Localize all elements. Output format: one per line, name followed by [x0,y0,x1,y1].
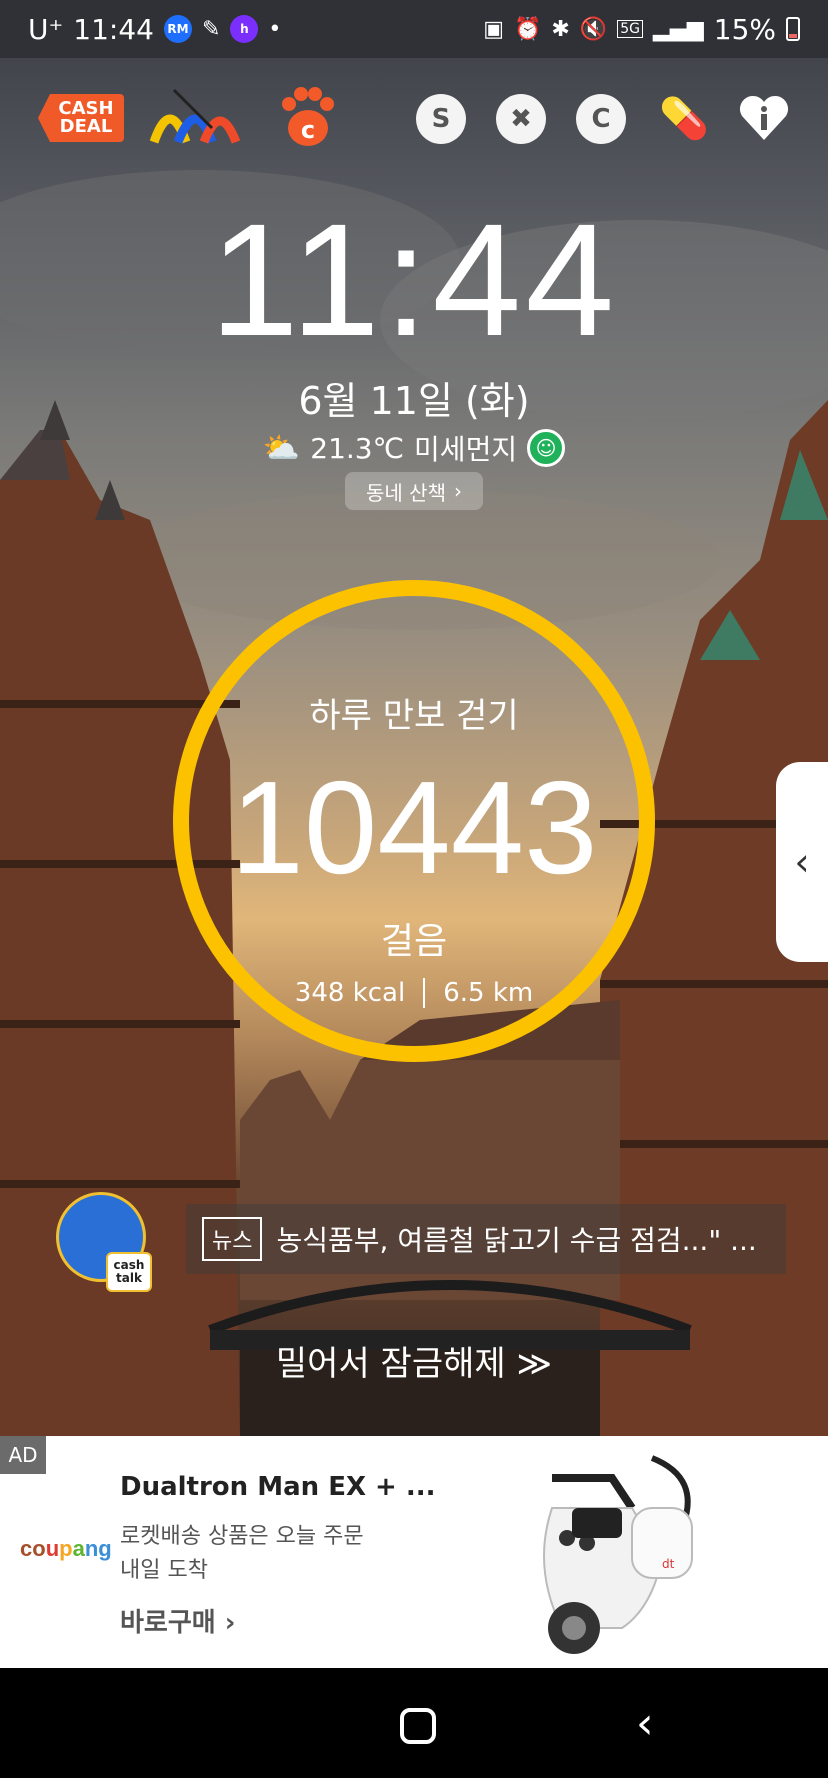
notification-dot-icon: • [268,16,282,42]
bluetooth-icon: ✱ [551,16,570,42]
mute-icon: 🔇 [579,16,608,42]
side-panel-handle[interactable]: ‹ [776,762,828,962]
step-count: 10443 [230,754,598,901]
app-shortcuts-row: CASH DEAL c S ✖ C 💊 [0,86,828,156]
partly-cloudy-icon: ⛅ [262,430,301,466]
home-button-icon[interactable] [400,1708,436,1744]
scooter-image: dt [543,1455,693,1654]
calories-value: 348 kcal [294,978,406,1008]
cashwalk-paw-icon[interactable]: c [272,86,342,150]
dust-label: 미세먼지 [414,433,518,466]
battery-percent: 15% [713,12,776,46]
neighborhood-walk-button[interactable]: 동네 산책 › [345,472,483,510]
swipe-to-unlock[interactable]: 밀어서 잠금해제 ≫ [0,1336,828,1385]
step-stats: 348 kcal 6.5 km [0,978,828,1008]
pill-app-icon[interactable]: 💊 [656,86,712,150]
step-widget-title: 하루 만보 걷기 [309,696,519,736]
alarm-icon: ⏰ [513,16,542,42]
dust-good-face-icon: ☺ [527,429,566,467]
c-coin-app-icon[interactable]: C [576,94,626,144]
svg-text:dt: dt [662,1557,675,1571]
ad-banner[interactable]: AD coupang Dualtron Man EX + ... 로켓배송 상품… [0,1436,828,1668]
heart-info-app-icon[interactable] [736,86,792,150]
lockscreen-date: 6월 11일 (화) [298,379,530,423]
chevron-right-icon: › [453,479,462,503]
svg-text:c: c [301,116,315,144]
ad-desc-line1: 로켓배송 상품은 오늘 주문 [120,1524,364,1549]
battery-icon [786,17,800,41]
temperature: 21.3℃ [310,431,405,465]
mask-app-icon[interactable]: ✖ [496,94,546,144]
cashdeal-line2: DEAL [59,116,113,137]
distance-value: 6.5 km [443,978,534,1008]
navigation-bar: ‹ [0,1668,828,1778]
lockscreen-clock: 11:44 [209,190,619,369]
cashtalk-badge[interactable]: cash talk [106,1252,152,1292]
ad-title[interactable]: Dualtron Man EX + ... [120,1472,436,1502]
stats-divider [423,978,426,1008]
chevron-left-icon: ‹ [794,840,810,884]
back-button-icon[interactable]: ‹ [636,1698,654,1749]
carrier-label: U⁺ [28,12,64,46]
cashtalk-line2: talk [116,1271,142,1285]
news-headline: 농식품부, 여름철 닭고기 수급 점검..." ... [276,1224,757,1257]
ad-label: AD [0,1436,46,1474]
coupang-logo: coupang [20,1536,112,1561]
step-unit: 걸음 [380,921,448,962]
signal-icon: ▂▄▆ [653,16,704,42]
cashdeal-shortcut[interactable]: CASH DEAL [38,94,124,142]
status-time: 11:44 [73,12,154,46]
walk-label: 동네 산책 [366,480,446,505]
ad-desc-line2: 내일 도착 [120,1558,208,1583]
h-app-icon: h [230,15,259,43]
ad-description: 로켓배송 상품은 오늘 주문 내일 도착 [120,1520,420,1588]
rm-app-icon: RM [163,15,192,43]
news-ticker[interactable]: 뉴스 농식품부, 여름철 닭고기 수급 점검..." ... [186,1204,786,1274]
buy-now-button[interactable]: 바로구매 › [120,1602,235,1639]
network-type-icon: 5G [617,20,643,38]
battery-saver-icon: ▣ [483,16,504,42]
feather-icon: ✎ [201,16,221,42]
news-tag: 뉴스 [202,1217,263,1261]
status-bar: U⁺ 11:44 RM ✎ h • ▣ ⏰ ✱ 🔇 5G ▂▄▆ 15% [0,0,828,58]
arch-app-icon[interactable] [150,86,240,150]
weather-row: ⛅ 21.3℃ 미세먼지 ☺ [0,428,828,468]
s-app-icon[interactable]: S [416,94,466,144]
